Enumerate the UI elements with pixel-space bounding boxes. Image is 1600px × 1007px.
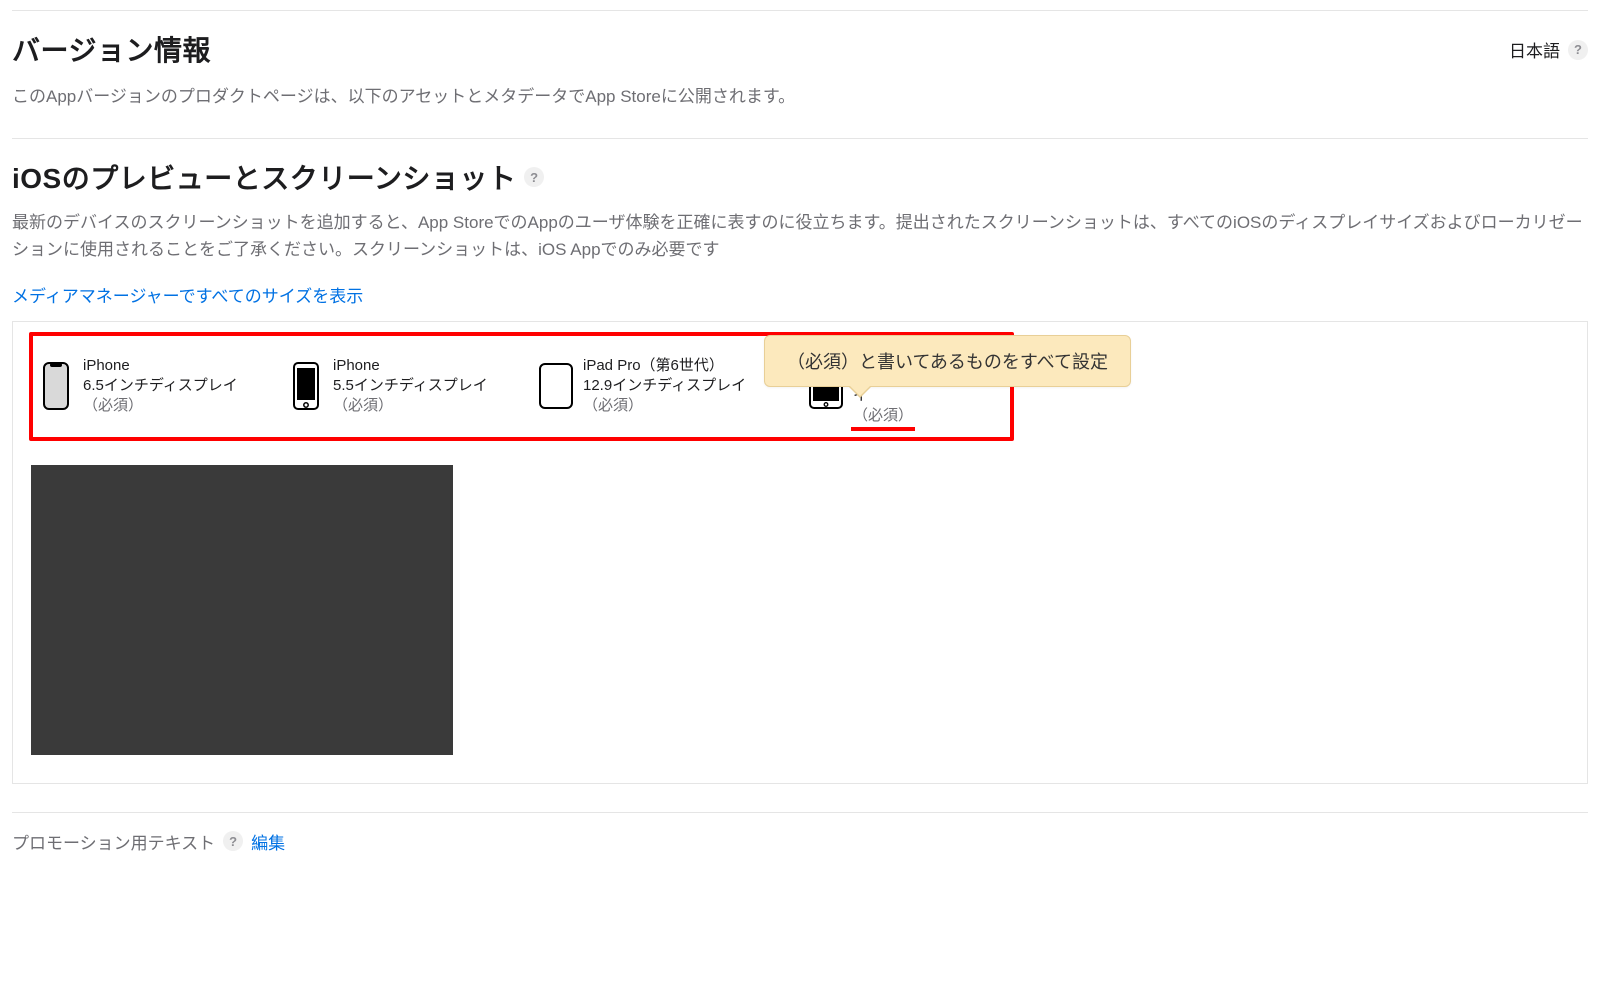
device-display: 5.5インチディスプレイ [333, 376, 488, 396]
annotation-text: （必須）と書いてあるものをすべて設定 [764, 335, 1131, 387]
screenshot-panel: iPhone 6.5インチディスプレイ （必須） iPhone 5.5インチディ… [12, 321, 1588, 784]
promo-label: プロモーション用テキスト [12, 829, 215, 854]
help-icon[interactable]: ? [1568, 40, 1588, 60]
device-required: （必須） [83, 396, 143, 416]
iphone-notch-icon [39, 361, 73, 411]
device-name: iPhone [83, 356, 238, 376]
ipad-thin-bezel-icon [539, 361, 573, 411]
device-required: （必須） [853, 406, 913, 426]
annotation-callout: （必須）と書いてあるものをすべて設定 [764, 335, 1131, 387]
preview-title: iOSのプレビューとスクリーンショット ? [12, 157, 1588, 197]
promo-text-row: プロモーション用テキスト ? 編集 [12, 813, 1588, 856]
language-selector[interactable]: 日本語 ? [1509, 29, 1588, 62]
preview-section: （必須）と書いてあるものをすべて設定 iOSのプレビューとスクリーンショット ?… [12, 139, 1588, 811]
edit-link[interactable]: 編集 [251, 829, 285, 854]
device-tab-iphone-5-5[interactable]: iPhone 5.5インチディスプレイ （必須） [287, 352, 527, 421]
device-display: 12.9インチディスプレイ [583, 376, 746, 396]
device-display: 6.5インチディスプレイ [83, 376, 238, 396]
help-icon[interactable]: ? [524, 167, 544, 187]
device-tab-iphone-6-5[interactable]: iPhone 6.5インチディスプレイ （必須） [37, 352, 277, 421]
preview-title-text: iOSのプレビューとスクリーンショット [12, 157, 516, 197]
device-required: （必須） [583, 396, 643, 416]
media-manager-link[interactable]: メディアマネージャーですべてのサイズを表示 [12, 287, 363, 306]
help-icon[interactable]: ? [223, 831, 243, 851]
screenshot-placeholder[interactable] [31, 465, 453, 755]
device-name: iPad Pro（第6世代） [583, 356, 746, 376]
version-info-section: バージョン情報 このAppバージョンのプロダクトページは、以下のアセットとメタデ… [12, 11, 1588, 138]
language-label: 日本語 [1509, 37, 1560, 62]
device-name: iPhone [333, 356, 488, 376]
iphone-home-icon [289, 361, 323, 411]
version-info-description: このAppバージョンのプロダクトページは、以下のアセットとメタデータでApp S… [12, 83, 795, 110]
version-info-title: バージョン情報 [12, 29, 795, 69]
preview-description: 最新のデバイスのスクリーンショットを追加すると、App StoreでのAppのユ… [12, 209, 1588, 263]
device-tab-ipad-6gen[interactable]: iPad Pro（第6世代） 12.9インチディスプレイ （必須） [537, 352, 797, 421]
device-required: （必須） [333, 396, 393, 416]
